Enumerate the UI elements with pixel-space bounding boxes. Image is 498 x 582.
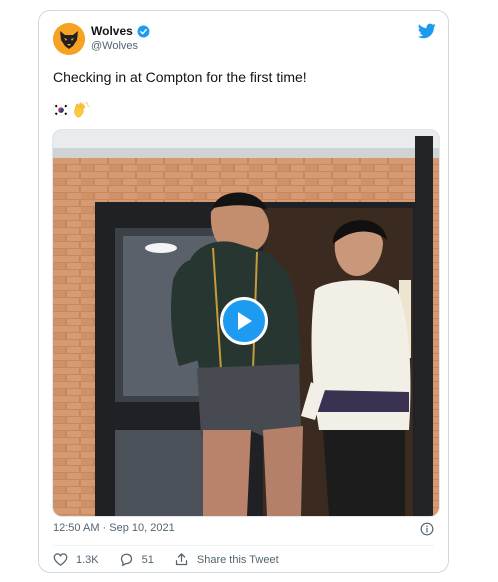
verified-badge-icon <box>137 25 150 37</box>
like-button[interactable]: 1.3K <box>53 552 99 567</box>
video-player[interactable] <box>52 129 440 517</box>
info-icon[interactable] <box>420 522 434 536</box>
account-name-row[interactable]: Wolves <box>91 24 150 38</box>
tweet-meta-row: 12:50 AM · Sep 10, 2021 <box>53 522 436 538</box>
play-button[interactable] <box>220 297 268 345</box>
wolf-logo-icon <box>53 23 85 55</box>
like-count: 1.3K <box>76 553 99 566</box>
tweet-emoji-line <box>53 101 90 119</box>
heart-icon <box>53 553 68 566</box>
share-label: Share this Tweet <box>196 553 279 566</box>
share-button[interactable]: Share this Tweet <box>174 552 279 567</box>
reply-button[interactable]: 51 <box>119 552 154 567</box>
flag-south-korea-icon <box>53 104 69 116</box>
tweet-actions: 1.3K 51 Share this Tweet <box>53 552 299 567</box>
tweet-card: Wolves @Wolves Checking in at Compton fo… <box>38 10 449 573</box>
reply-icon <box>120 553 132 567</box>
share-icon <box>175 553 188 566</box>
tweet-text: Checking in at Compton for the first tim… <box>53 69 307 85</box>
account-handle[interactable]: @Wolves <box>91 40 138 52</box>
tweet-timestamp[interactable]: 12:50 AM · Sep 10, 2021 <box>53 522 175 534</box>
twitter-bird-icon[interactable] <box>418 23 436 39</box>
account-name[interactable]: Wolves <box>91 24 133 38</box>
waving-hands-icon <box>74 102 90 118</box>
wolves-avatar[interactable] <box>53 23 85 55</box>
play-icon <box>238 312 252 330</box>
reply-count: 51 <box>141 553 154 566</box>
divider <box>53 545 434 546</box>
